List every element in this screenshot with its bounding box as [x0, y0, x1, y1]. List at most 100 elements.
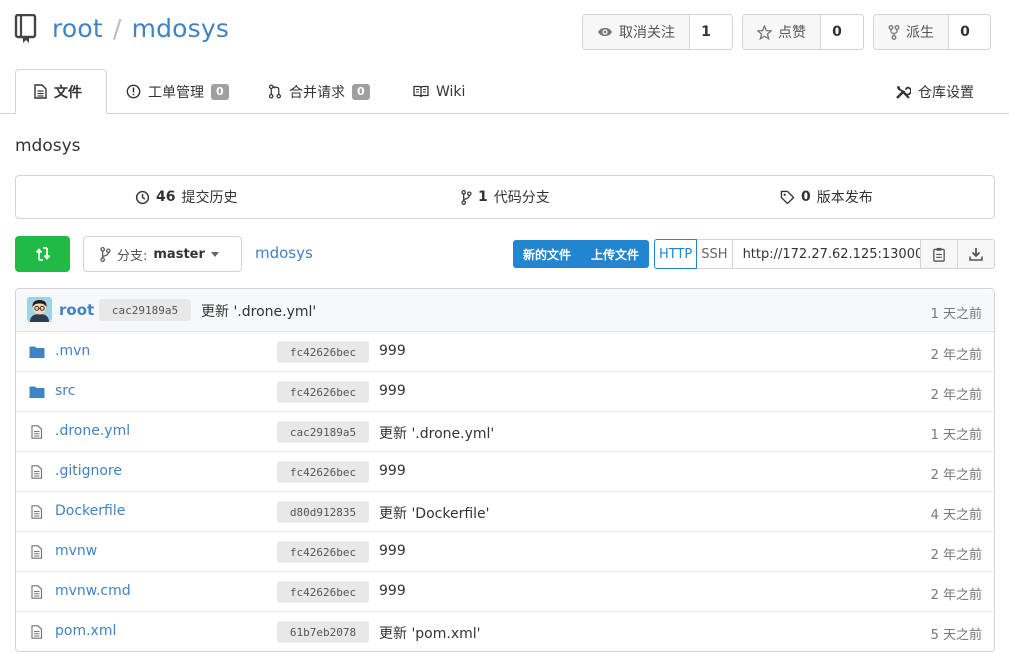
file-commit-sha[interactable]: fc42626bec — [277, 581, 369, 603]
repo-description: mdosys — [15, 136, 81, 156]
unwatch-label: 取消关注 — [619, 25, 675, 41]
fork-button-group: 派生 0 — [873, 14, 991, 50]
file-row[interactable]: .mvn fc42626bec 999 2 年之前 — [16, 332, 994, 372]
file-actions: 新的文件 上传文件 — [513, 240, 650, 268]
file-name-link[interactable]: mvnw.cmd — [55, 583, 131, 599]
file-commit-sha[interactable]: d80d912835 — [277, 501, 369, 523]
upload-file-button[interactable]: 上传文件 — [581, 240, 649, 268]
file-commit-sha[interactable]: fc42626bec — [277, 461, 369, 483]
breadcrumb-root[interactable]: mdosys — [255, 244, 313, 262]
file-commit-sha[interactable]: fc42626bec — [277, 381, 369, 403]
releases-count: 0 — [801, 189, 811, 205]
releases-stat[interactable]: 0 版本发布 — [780, 175, 873, 219]
history-icon — [135, 190, 150, 204]
file-commit-time: 2 年之前 — [930, 588, 982, 603]
clone-panel: HTTP SSH http://172.27.62.125:13000/root… — [654, 239, 995, 269]
branch-selector[interactable]: 分支: master — [83, 236, 242, 272]
copy-url-button[interactable] — [920, 239, 958, 269]
tab-pulls-label: 合并请求 — [289, 84, 345, 101]
latest-commit-header: root cac29189a5 更新 '.drone.yml' 1 天之前 — [16, 289, 994, 332]
file-row[interactable]: pom.xml 61b7eb2078 更新 'pom.xml' 5 天之前 — [16, 612, 994, 651]
watch-button-group: 取消关注 1 — [582, 14, 733, 50]
file-row[interactable]: mvnw.cmd fc42626bec 999 2 年之前 — [16, 572, 994, 612]
file-row[interactable]: mvnw fc42626bec 999 2 年之前 — [16, 532, 994, 572]
file-commit-message[interactable]: 999 — [379, 543, 406, 559]
ssh-clone-button[interactable]: SSH — [697, 239, 733, 269]
file-row[interactable]: src fc42626bec 999 2 年之前 — [16, 372, 994, 412]
file-commit-message[interactable]: 999 — [379, 383, 406, 399]
commits-stat[interactable]: 46 提交历史 — [135, 175, 237, 219]
download-button[interactable] — [957, 239, 995, 269]
branches-count: 1 — [478, 189, 488, 205]
branch-icon — [100, 246, 111, 262]
file-icon — [31, 425, 43, 439]
file-commit-message[interactable]: 999 — [379, 583, 406, 599]
file-icon — [31, 505, 43, 519]
file-commit-sha[interactable]: fc42626bec — [277, 341, 369, 363]
tab-settings[interactable]: 仓库设置 — [895, 69, 974, 114]
branches-stat[interactable]: 1 代码分支 — [461, 175, 550, 219]
http-clone-button[interactable]: HTTP — [654, 239, 698, 269]
file-name-link[interactable]: .mvn — [55, 343, 90, 359]
file-text-icon — [34, 84, 47, 99]
file-commit-message[interactable]: 更新 'pom.xml' — [379, 623, 481, 643]
tab-pull-requests[interactable]: 合并请求 0 — [268, 69, 370, 114]
file-commit-message[interactable]: 999 — [379, 343, 406, 359]
repo-owner-link[interactable]: root — [52, 14, 103, 43]
file-name-link[interactable]: pom.xml — [55, 623, 116, 639]
star-button[interactable]: 点赞 — [743, 15, 821, 49]
book-icon — [413, 85, 429, 98]
clone-url-field[interactable]: http://172.27.62.125:13000/root/mdosys.g… — [732, 239, 921, 269]
tab-files-label: 文件 — [54, 84, 82, 101]
file-commit-time: 2 年之前 — [930, 348, 982, 363]
tab-issues[interactable]: 工单管理 0 — [126, 69, 229, 114]
file-row[interactable]: .gitignore fc42626bec 999 2 年之前 — [16, 452, 994, 492]
file-commit-message[interactable]: 更新 '.drone.yml' — [379, 423, 494, 443]
info-circle-icon — [126, 84, 141, 99]
tab-files[interactable]: 文件 — [15, 69, 107, 114]
file-commit-sha[interactable]: fc42626bec — [277, 541, 369, 563]
title-separator: / — [112, 14, 122, 43]
forks-count[interactable]: 0 — [949, 15, 981, 49]
star-icon — [757, 24, 772, 40]
commit-sha[interactable]: cac29189a5 — [99, 299, 191, 321]
commit-author[interactable]: root — [59, 301, 94, 319]
folder-icon — [29, 386, 45, 398]
fork-button[interactable]: 派生 — [874, 15, 949, 49]
file-commit-sha[interactable]: cac29189a5 — [277, 421, 369, 443]
file-commit-message[interactable]: 更新 'Dockerfile' — [379, 503, 490, 523]
avatar-image — [27, 297, 52, 322]
file-name-link[interactable]: Dockerfile — [55, 503, 125, 519]
new-file-button[interactable]: 新的文件 — [513, 240, 581, 268]
caret-down-icon — [210, 251, 219, 257]
file-name-link[interactable]: mvnw — [55, 543, 97, 559]
compare-button[interactable] — [15, 236, 70, 272]
commit-message[interactable]: 更新 '.drone.yml' — [201, 301, 316, 321]
file-commit-time: 2 年之前 — [930, 548, 982, 563]
download-icon — [968, 248, 983, 261]
file-commit-message[interactable]: 999 — [379, 463, 406, 479]
tools-icon — [896, 85, 911, 99]
avatar[interactable] — [27, 297, 52, 322]
file-row[interactable]: Dockerfile d80d912835 更新 'Dockerfile' 4 天之前 — [16, 492, 994, 532]
file-icon — [31, 465, 43, 479]
file-icon — [31, 545, 43, 559]
file-name-link[interactable]: .drone.yml — [55, 423, 130, 439]
file-commit-time: 2 年之前 — [930, 388, 982, 403]
file-commit-sha[interactable]: 61b7eb2078 — [277, 621, 369, 643]
unwatch-button[interactable]: 取消关注 — [583, 15, 690, 49]
file-name-link[interactable]: .gitignore — [55, 463, 122, 479]
stars-count[interactable]: 0 — [821, 15, 853, 49]
watchers-count[interactable]: 1 — [690, 15, 722, 49]
file-commit-time: 4 天之前 — [930, 508, 982, 523]
pulls-count-badge: 0 — [352, 83, 370, 100]
tab-wiki[interactable]: Wiki — [413, 69, 465, 114]
repo-name-link[interactable]: mdosys — [132, 14, 230, 43]
releases-label: 版本发布 — [816, 190, 873, 206]
file-icon — [31, 585, 43, 599]
file-row[interactable]: .drone.yml cac29189a5 更新 '.drone.yml' 1 天之前 — [16, 412, 994, 452]
compare-icon — [35, 247, 50, 261]
fork-icon — [888, 24, 900, 40]
star-button-group: 点赞 0 — [742, 14, 864, 50]
file-name-link[interactable]: src — [55, 383, 75, 399]
